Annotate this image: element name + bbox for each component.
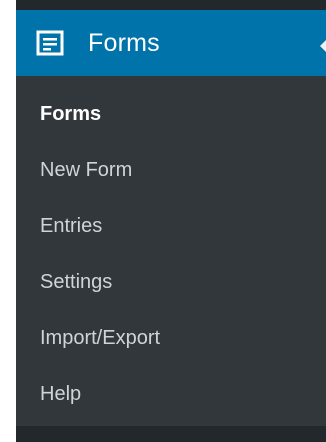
- forms-menu-header[interactable]: Forms: [16, 10, 326, 76]
- submenu-item-forms[interactable]: Forms: [40, 94, 101, 134]
- current-menu-pointer: [320, 38, 326, 54]
- menu-bottom-divider: [16, 426, 326, 442]
- submenu-item-help[interactable]: Help: [40, 374, 81, 414]
- menu-top-divider: [16, 0, 326, 10]
- forms-menu-title: Forms: [88, 29, 160, 57]
- admin-sidebar-menu: Forms Forms New Form Entries Settings Im…: [16, 0, 326, 442]
- submenu-item-new-form[interactable]: New Form: [40, 150, 132, 190]
- submenu-item-settings[interactable]: Settings: [40, 262, 112, 302]
- form-icon: [36, 29, 64, 57]
- submenu-item-entries[interactable]: Entries: [40, 206, 102, 246]
- submenu-item-import-export[interactable]: Import/Export: [40, 318, 160, 358]
- forms-submenu: Forms New Form Entries Settings Import/E…: [16, 76, 326, 426]
